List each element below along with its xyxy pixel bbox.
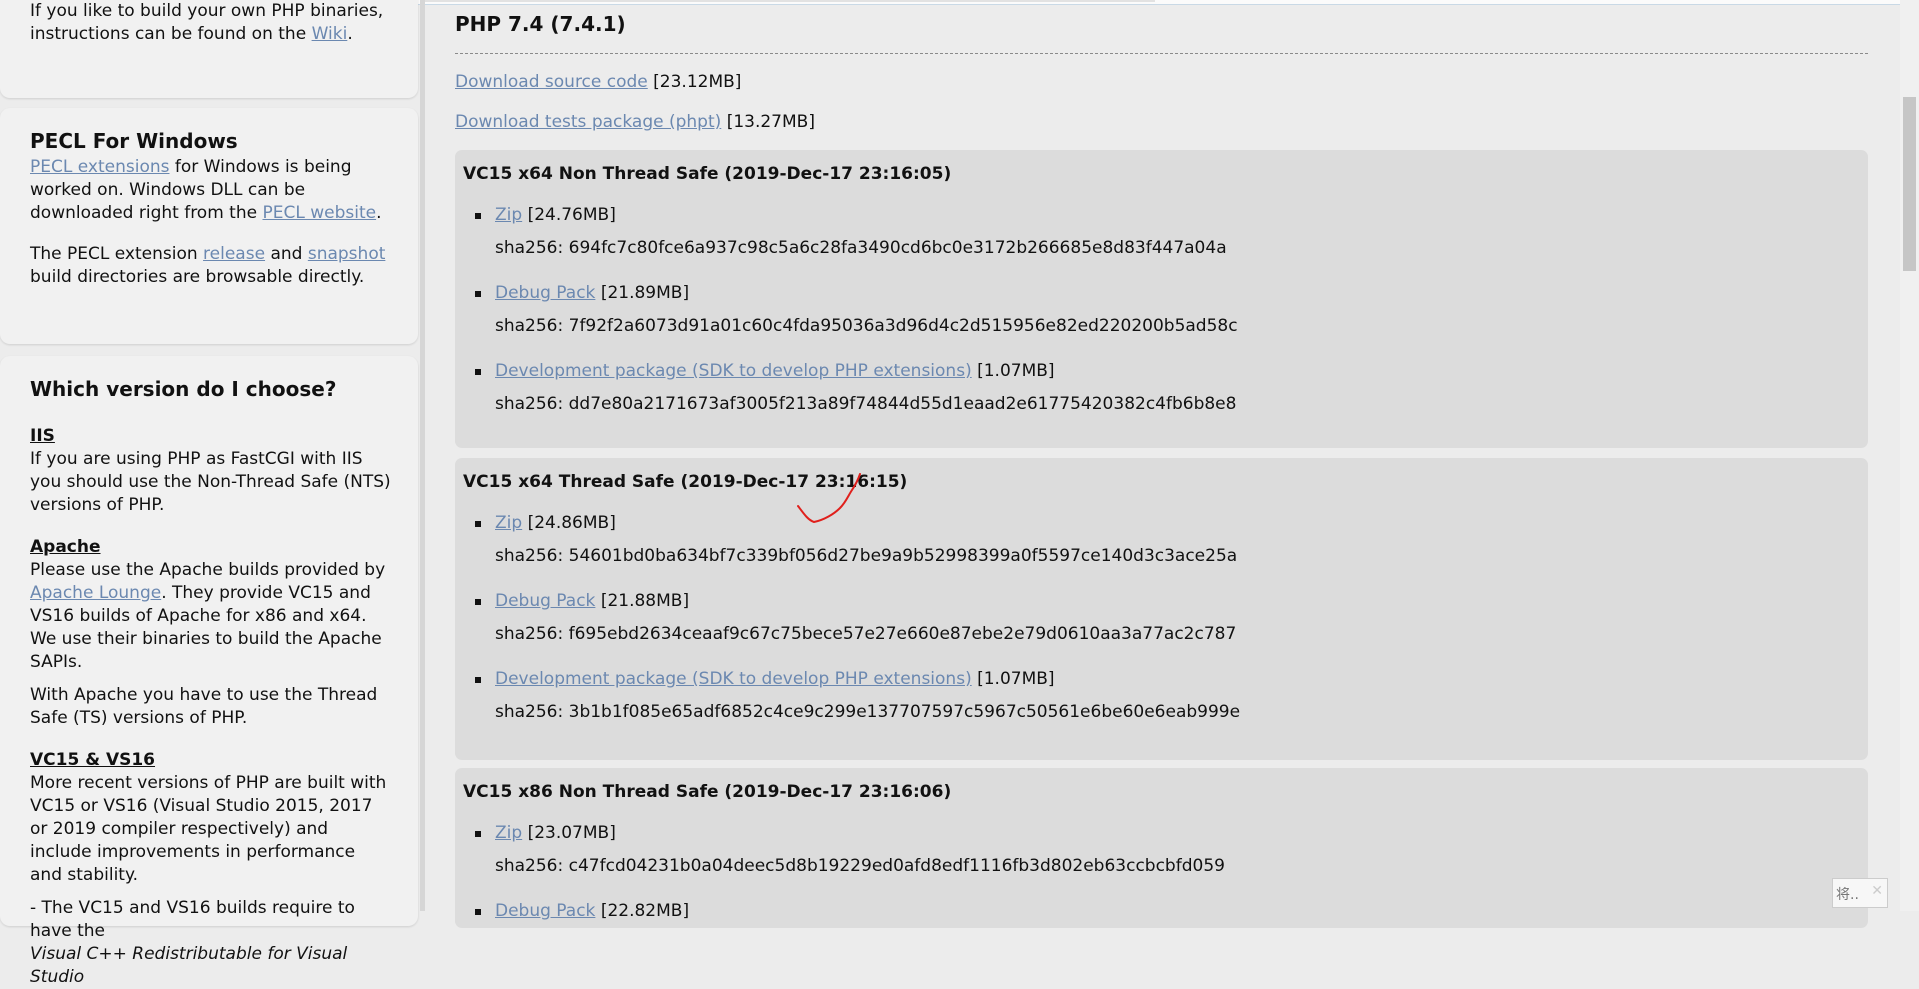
release-link[interactable]: release [203,244,265,264]
build-info-panel: If you like to build your own PHP binari… [0,0,418,98]
close-icon[interactable]: ✕ [1871,883,1883,899]
bullet-icon [475,369,481,375]
which-version-panel: Which version do I choose? IIS If you ar… [0,356,418,987]
sha256-hash: sha256: dd7e80a2171673af3005f213a89f7484… [495,394,1237,414]
apache-lounge-link[interactable]: Apache Lounge [30,583,161,603]
file-size: [21.89MB] [600,283,690,303]
tests-download: Download tests package (phpt) [13.27MB] [455,112,815,132]
bullet-icon [475,909,481,915]
corner-popup[interactable]: 将.. ✕ [1832,878,1888,908]
sha256-hash: sha256: 3b1b1f085e65adf6852c4ce9c299e137… [495,702,1241,722]
version-title: PHP 7.4 (7.4.1) [455,12,626,36]
pecl-build-dirs: The PECL extension release and snapshot … [30,243,392,289]
bullet-icon [475,521,481,527]
dev-package-link[interactable]: Development package (SDK to develop PHP … [495,669,972,689]
download-source-link[interactable]: Download source code [455,72,648,92]
apache-heading: Apache [30,537,101,557]
bullet-icon [475,213,481,219]
vc-text: More recent versions of PHP are built wi… [30,773,387,885]
list-item: Zip [24.76MB] sha256: 694fc7c80fce6a937c… [475,205,1227,258]
pecl-panel: PECL For Windows PECL extensions for Win… [0,108,418,344]
list-item: Development package (SDK to develop PHP … [475,669,1240,722]
list-item: Development package (SDK to develop PHP … [475,361,1236,414]
bullet-icon [475,599,481,605]
zip-link[interactable]: Zip [495,823,522,843]
build-title: VC15 x86 Non Thread Safe (2019-Dec-17 23… [463,782,952,802]
check-mark-stroke [797,473,861,524]
list-item: Debug Pack [21.89MB] sha256: 7f92f2a6073… [475,283,1238,336]
source-download: Download source code [23.12MB] [455,72,741,92]
dev-package-link[interactable]: Development package (SDK to develop PHP … [495,361,972,381]
snapshot-link[interactable]: snapshot [308,244,386,264]
pecl-text-end: build directories are browsable directly… [30,267,365,287]
file-size: [21.88MB] [600,591,690,611]
wiki-link[interactable]: Wiki [312,24,348,44]
sha256-hash: sha256: 7f92f2a6073d91a01c60c4fda95036a3… [495,316,1238,336]
list-item: Debug Pack [21.88MB] sha256: f695ebd2634… [475,591,1236,644]
file-size: [24.86MB] [527,513,616,533]
scrollbar-thumb[interactable] [1903,97,1916,271]
tests-size: [13.27MB] [726,112,815,132]
file-size: [1.07MB] [977,361,1055,381]
build-block: VC15 x64 Thread Safe (2019-Dec-17 23:16:… [455,458,1868,760]
vc-requirement-text: - The VC15 and VS16 builds require to ha… [30,898,355,941]
pecl-extensions-link[interactable]: PECL extensions [30,157,169,177]
and-text: and [270,244,303,264]
build-info-text: If you like to build your own PHP binari… [30,0,392,46]
debug-pack-link[interactable]: Debug Pack [495,283,595,303]
build-title: VC15 x64 Non Thread Safe (2019-Dec-17 23… [463,164,952,184]
apache-text: Please use the Apache builds provided by… [30,559,392,674]
file-size: [24.76MB] [527,205,616,225]
download-tests-link[interactable]: Download tests package (phpt) [455,112,721,132]
build-block: VC15 x86 Non Thread Safe (2019-Dec-17 23… [455,768,1868,928]
iis-text: If you are using PHP as FastCGI with IIS… [30,449,391,515]
pecl-intro: PECL extensions for Windows is being wor… [30,156,392,225]
bullet-icon [475,677,481,683]
list-item: Debug Pack [22.82MB] [475,901,690,921]
vc-redist-text: Visual C++ Redistributable for Visual St… [30,944,348,987]
pecl-text: The PECL extension [30,244,198,264]
apache-ts-text: With Apache you have to use the Thread S… [30,685,378,728]
bullet-icon [475,291,481,297]
main-content: PHP 7.4 (7.4.1) Download source code [23… [425,0,1900,928]
which-version-title: Which version do I choose? [30,377,337,401]
sha256-hash: sha256: c47fcd04231b0a04deec5d8b19229ed0… [495,856,1225,876]
vc-heading: VC15 & VS16 [30,750,156,770]
zip-link[interactable]: Zip [495,513,522,533]
debug-pack-link[interactable]: Debug Pack [495,901,595,921]
pecl-title: PECL For Windows [30,129,238,153]
build-block: VC15 x64 Non Thread Safe (2019-Dec-17 23… [455,150,1868,448]
sha256-hash: sha256: 54601bd0ba634bf7c339bf056d27be9a… [495,546,1238,566]
zip-link[interactable]: Zip [495,205,522,225]
period: . [376,203,382,223]
dashed-divider [455,53,1868,54]
corner-popup-text: 将.. [1836,887,1859,903]
apache-text-start: Please use the Apache builds provided by [30,560,386,580]
file-size: [23.07MB] [527,823,616,843]
list-item: Zip [23.07MB] sha256: c47fcd04231b0a04de… [475,823,1225,876]
file-size: [1.07MB] [977,669,1055,689]
vertical-scrollbar[interactable] [1900,0,1919,911]
sha256-hash: sha256: f695ebd2634ceaaf9c67c75bece57e27… [495,624,1237,644]
debug-pack-link[interactable]: Debug Pack [495,591,595,611]
red-check-annotation [797,473,861,524]
bullet-icon [475,831,481,837]
period: . [347,24,353,44]
sidebar: If you like to build your own PHP binari… [0,0,420,987]
file-size: [22.82MB] [600,901,690,921]
list-item: Zip [24.86MB] sha256: 54601bd0ba634bf7c3… [475,513,1237,566]
sha256-hash: sha256: 694fc7c80fce6a937c98c5a6c28fa349… [495,238,1227,258]
source-size: [23.12MB] [653,72,742,92]
iis-heading: IIS [30,426,55,446]
pecl-website-link[interactable]: PECL website [262,203,376,223]
